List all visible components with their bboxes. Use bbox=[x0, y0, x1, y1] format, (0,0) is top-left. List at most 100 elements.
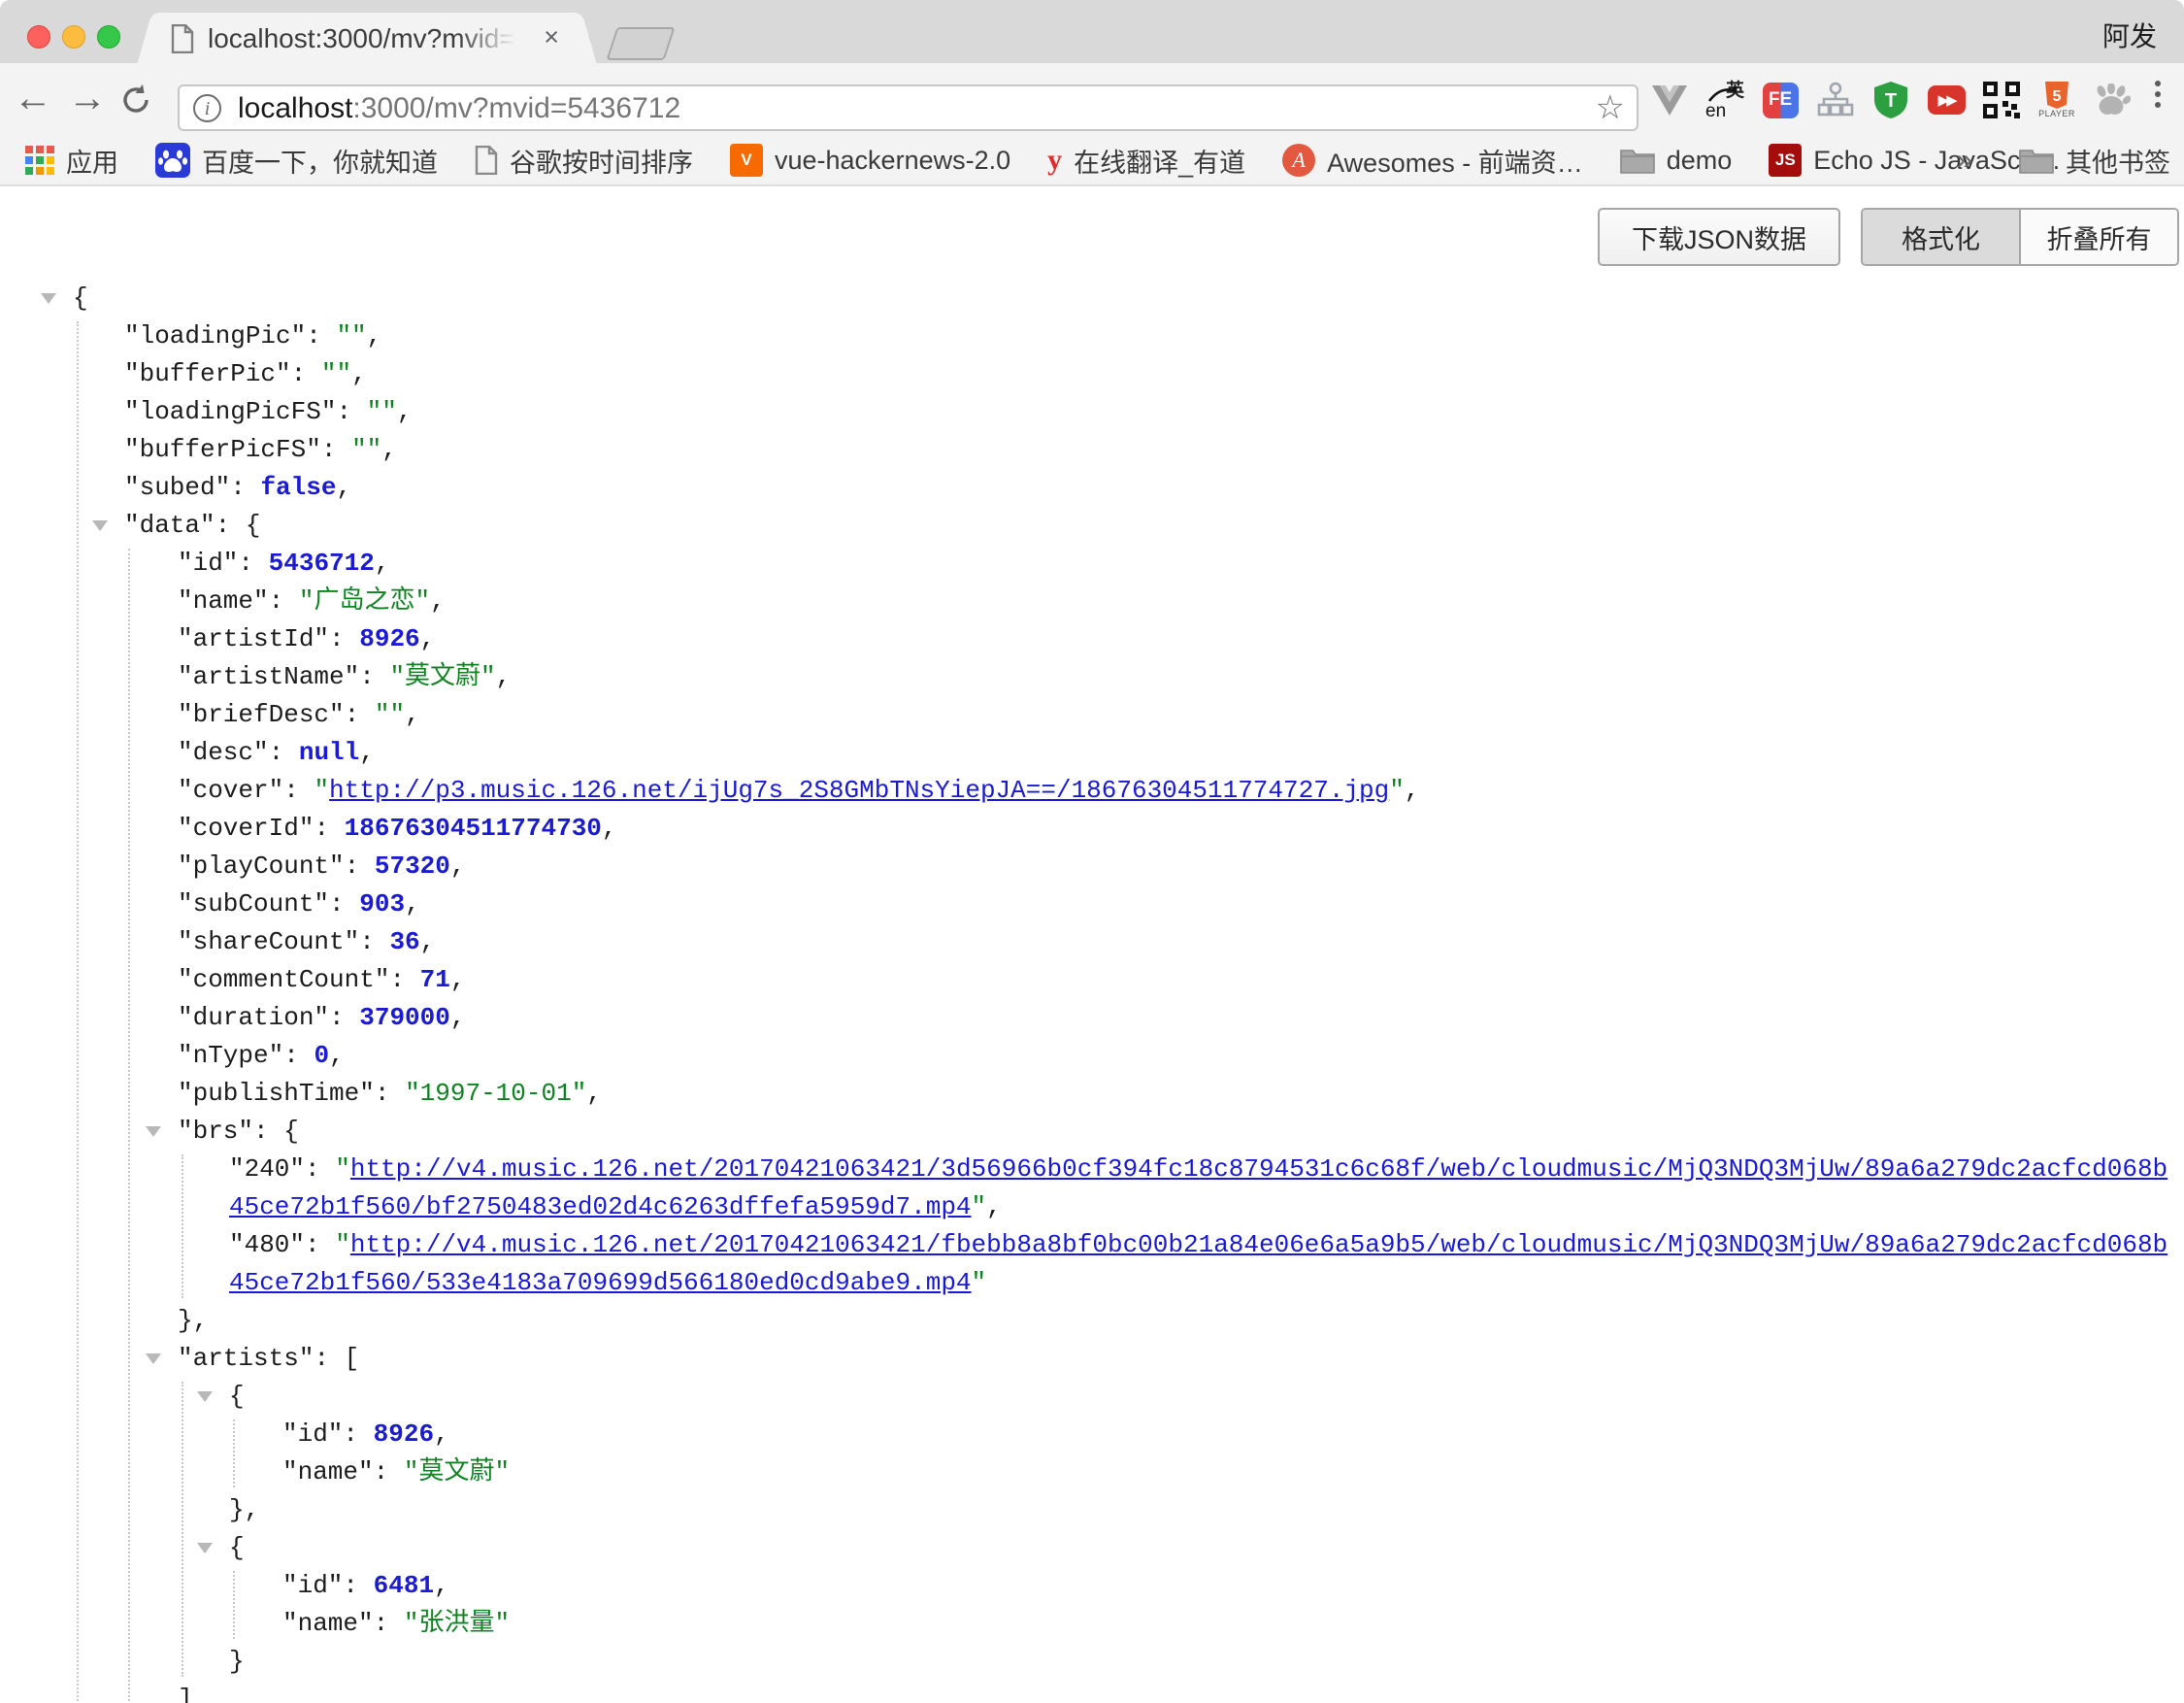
reload-button[interactable] bbox=[118, 83, 165, 129]
bookmarks-overflow-icon[interactable]: » bbox=[1956, 144, 1972, 177]
json-row: "desc": null, bbox=[0, 734, 2184, 772]
fe-extension-icon[interactable]: FE bbox=[1761, 78, 1800, 122]
json-row: "shareCount": 36, bbox=[0, 923, 2184, 961]
tab-title: localhost:3000/mv?mvid=5436712 bbox=[208, 23, 518, 54]
browser-tab[interactable]: localhost:3000/mv?mvid=5436712 × bbox=[157, 13, 577, 63]
json-row: "brs": { bbox=[0, 1113, 2184, 1151]
collapse-triangle-icon[interactable] bbox=[197, 1391, 213, 1402]
translate-extension-icon[interactable]: 英 en bbox=[1705, 78, 1744, 122]
json-row: 45ce72b1f560/533e4183a709699d566180ed0cd… bbox=[0, 1264, 2184, 1302]
json-row: "id": 6481, bbox=[0, 1567, 2184, 1605]
close-window-button[interactable] bbox=[27, 25, 50, 49]
tree-guide-line bbox=[233, 1571, 235, 1639]
json-row: } bbox=[0, 1643, 2184, 1681]
sitemap-extension-icon[interactable] bbox=[1816, 78, 1855, 122]
json-row: "publishTime": "1997-10-01", bbox=[0, 1075, 2184, 1113]
bookmark-star-icon[interactable]: ☆ bbox=[1596, 88, 1625, 127]
bookmark-folder-other[interactable]: 其他书签 bbox=[2019, 142, 2170, 180]
json-row: "name": "莫文蔚" bbox=[0, 1453, 2184, 1491]
tree-guide-line bbox=[128, 549, 130, 1703]
json-row: }, bbox=[0, 1302, 2184, 1340]
format-button[interactable]: 格式化 bbox=[1863, 210, 2021, 264]
bookmarks-bar: 应用 百度一下，你就知道谷歌按时间排序 Vvue-hackernews-2.0 y在… bbox=[0, 136, 2184, 186]
json-link[interactable]: 45ce72b1f560/533e4183a709699d566180ed0cd… bbox=[229, 1268, 972, 1297]
new-tab-button[interactable] bbox=[606, 27, 675, 60]
youdao-icon: y bbox=[1047, 144, 1062, 177]
bookmarks-list: 应用 百度一下，你就知道谷歌按时间排序 Vvue-hackernews-2.0 y在… bbox=[25, 136, 2061, 184]
awesomes-icon: A bbox=[1282, 144, 1315, 177]
json-row: "name": "广岛之恋", bbox=[0, 583, 2184, 620]
json-row: }, bbox=[0, 1491, 2184, 1529]
bookmark-item[interactable]: 谷歌按时间排序 bbox=[475, 142, 693, 180]
json-row: "artists": [ bbox=[0, 1340, 2184, 1378]
bookmark-item[interactable]: AAwesomes - 前端资… bbox=[1282, 142, 1583, 180]
collapse-triangle-icon[interactable] bbox=[41, 293, 56, 304]
zoom-window-button[interactable] bbox=[97, 25, 120, 49]
json-row: "loadingPic": "", bbox=[0, 317, 2184, 355]
collapse-triangle-icon[interactable] bbox=[197, 1543, 213, 1553]
json-row: "nType": 0, bbox=[0, 1037, 2184, 1075]
collapse-triangle-icon[interactable] bbox=[92, 520, 108, 531]
json-row: "subed": false, bbox=[0, 469, 2184, 507]
json-row: "coverId": 18676304511774730, bbox=[0, 810, 2184, 848]
tree-guide-line bbox=[182, 1154, 183, 1298]
json-row: "commentCount": 71, bbox=[0, 961, 2184, 999]
json-tree: {"loadingPic": "","bufferPic": "","loadi… bbox=[0, 280, 2184, 1703]
vue-devtools-icon[interactable] bbox=[1650, 78, 1689, 122]
tampermonkey-extension-icon[interactable]: T bbox=[1871, 78, 1910, 122]
view-mode-toggle: 格式化 折叠所有 bbox=[1861, 208, 2179, 266]
json-row: "id": 8926, bbox=[0, 1416, 2184, 1453]
browser-toolbar: ← → i localhost:3000/mv?mvid=5436712 ☆ 英… bbox=[0, 63, 2184, 136]
url-text: localhost:3000/mv?mvid=5436712 bbox=[238, 92, 680, 125]
paw-extension-icon[interactable] bbox=[2093, 78, 2132, 122]
chrome-menu-icon[interactable] bbox=[2155, 81, 2163, 113]
json-link[interactable]: 45ce72b1f560/bf2750483ed02d4c6263dffefa5… bbox=[229, 1192, 972, 1221]
json-row: "id": 5436712, bbox=[0, 545, 2184, 583]
json-row: "loadingPicFS": "", bbox=[0, 393, 2184, 431]
folder-icon bbox=[2019, 147, 2054, 174]
back-button[interactable]: ← bbox=[10, 76, 56, 122]
folder-icon bbox=[1620, 147, 1655, 174]
json-row: "data": { bbox=[0, 507, 2184, 545]
collapse-all-button[interactable]: 折叠所有 bbox=[2021, 210, 2177, 264]
echojs-icon: JS bbox=[1769, 144, 1802, 177]
bookmark-item[interactable]: Vvue-hackernews-2.0 bbox=[730, 144, 1010, 177]
bookmark-item-apps[interactable]: 应用 bbox=[25, 142, 118, 180]
tab-bar: localhost:3000/mv?mvid=5436712 × 阿发 bbox=[0, 0, 2184, 63]
json-link[interactable]: http://p3.music.126.net/ijUg7s_2S8GMbTNs… bbox=[329, 776, 1389, 805]
tree-guide-line bbox=[182, 1382, 183, 1677]
json-row: "playCount": 57320, bbox=[0, 848, 2184, 885]
tree-guide-line bbox=[77, 321, 79, 1703]
json-row: "subCount": 903, bbox=[0, 885, 2184, 923]
collapse-triangle-icon[interactable] bbox=[146, 1126, 161, 1137]
download-json-button[interactable]: 下载JSON数据 bbox=[1598, 208, 1840, 266]
red-player-extension-icon[interactable]: ▶▶ bbox=[1927, 78, 1966, 122]
json-row: ] bbox=[0, 1681, 2184, 1703]
apps-grid-icon bbox=[25, 146, 54, 175]
page-info-icon[interactable]: i bbox=[193, 94, 221, 122]
profile-name[interactable]: 阿发 bbox=[2102, 16, 2157, 54]
extensions-row: 英 en FE T ▶▶ 5 PLAYER bbox=[1650, 75, 2132, 125]
qr-code-extension-icon[interactable] bbox=[1982, 78, 2021, 122]
json-row: { bbox=[0, 280, 2184, 317]
json-row: "name": "张洪量" bbox=[0, 1605, 2184, 1643]
json-row: 45ce72b1f560/bf2750483ed02d4c6263dffefa5… bbox=[0, 1188, 2184, 1226]
json-row: "bufferPicFS": "", bbox=[0, 431, 2184, 469]
baidu-icon bbox=[155, 143, 190, 178]
minimize-window-button[interactable] bbox=[62, 25, 85, 49]
doc-icon bbox=[475, 146, 498, 175]
json-row: "cover": "http://p3.music.126.net/ijUg7s… bbox=[0, 772, 2184, 810]
bookmark-item[interactable]: y在线翻译_有道 bbox=[1047, 142, 1245, 180]
collapse-triangle-icon[interactable] bbox=[146, 1353, 161, 1364]
tab-close-icon[interactable]: × bbox=[544, 22, 559, 52]
bookmark-item[interactable]: 百度一下，你就知道 bbox=[155, 142, 438, 180]
forward-button[interactable]: → bbox=[64, 76, 111, 122]
json-link[interactable]: http://v4.music.126.net/20170421063421/f… bbox=[350, 1230, 2167, 1259]
json-row: "duration": 379000, bbox=[0, 999, 2184, 1037]
svg-text:5: 5 bbox=[2053, 88, 2062, 105]
html5-player-extension-icon[interactable]: 5 PLAYER bbox=[2037, 78, 2076, 122]
address-bar[interactable]: i localhost:3000/mv?mvid=5436712 ☆ bbox=[178, 84, 1638, 131]
page-content: 下载JSON数据 格式化 折叠所有 {"loadingPic": "","buf… bbox=[0, 186, 2184, 1703]
json-link[interactable]: http://v4.music.126.net/20170421063421/3… bbox=[350, 1154, 2167, 1184]
bookmark-item[interactable]: demo bbox=[1620, 146, 1733, 176]
